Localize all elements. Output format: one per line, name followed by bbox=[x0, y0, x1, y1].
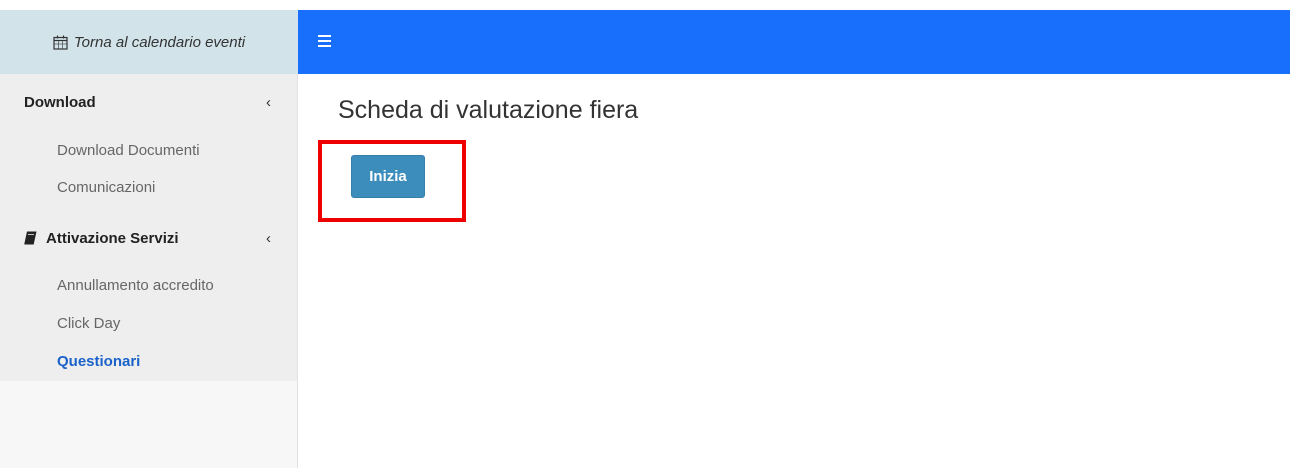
chevron-left-icon: ‹ bbox=[266, 229, 271, 247]
sidebar-item-questionari[interactable]: Questionari bbox=[57, 352, 140, 372]
sidebar-section-label: Download bbox=[24, 93, 96, 111]
sidebar-item-comunicazioni[interactable]: Comunicazioni bbox=[57, 178, 155, 198]
sidebar: Download ‹ Download Documenti Comunicazi… bbox=[0, 74, 298, 468]
sidebar-item-annullamento-accredito[interactable]: Annullamento accredito bbox=[57, 276, 214, 296]
start-button[interactable]: Inizia bbox=[351, 155, 425, 198]
sidebar-menu: Download ‹ Download Documenti Comunicazi… bbox=[0, 74, 297, 381]
sidebar-section-download[interactable]: Download ‹ bbox=[0, 82, 297, 122]
chevron-left-icon: ‹ bbox=[266, 93, 271, 111]
back-to-calendar-link[interactable]: Torna al calendario eventi bbox=[0, 10, 298, 74]
back-to-calendar-label: Torna al calendario eventi bbox=[73, 33, 246, 51]
calendar-icon bbox=[53, 35, 68, 50]
top-navbar bbox=[298, 10, 1290, 74]
sidebar-item-download-documenti[interactable]: Download Documenti bbox=[57, 141, 200, 161]
page-title: Scheda di valutazione fiera bbox=[338, 96, 639, 124]
sidebar-section-label: Attivazione Servizi bbox=[46, 229, 179, 247]
sidebar-section-attivazione-servizi[interactable]: Attivazione Servizi ‹ bbox=[0, 218, 297, 258]
hamburger-menu-icon[interactable] bbox=[318, 35, 331, 48]
book-icon bbox=[24, 231, 37, 245]
sidebar-item-click-day[interactable]: Click Day bbox=[57, 314, 120, 334]
